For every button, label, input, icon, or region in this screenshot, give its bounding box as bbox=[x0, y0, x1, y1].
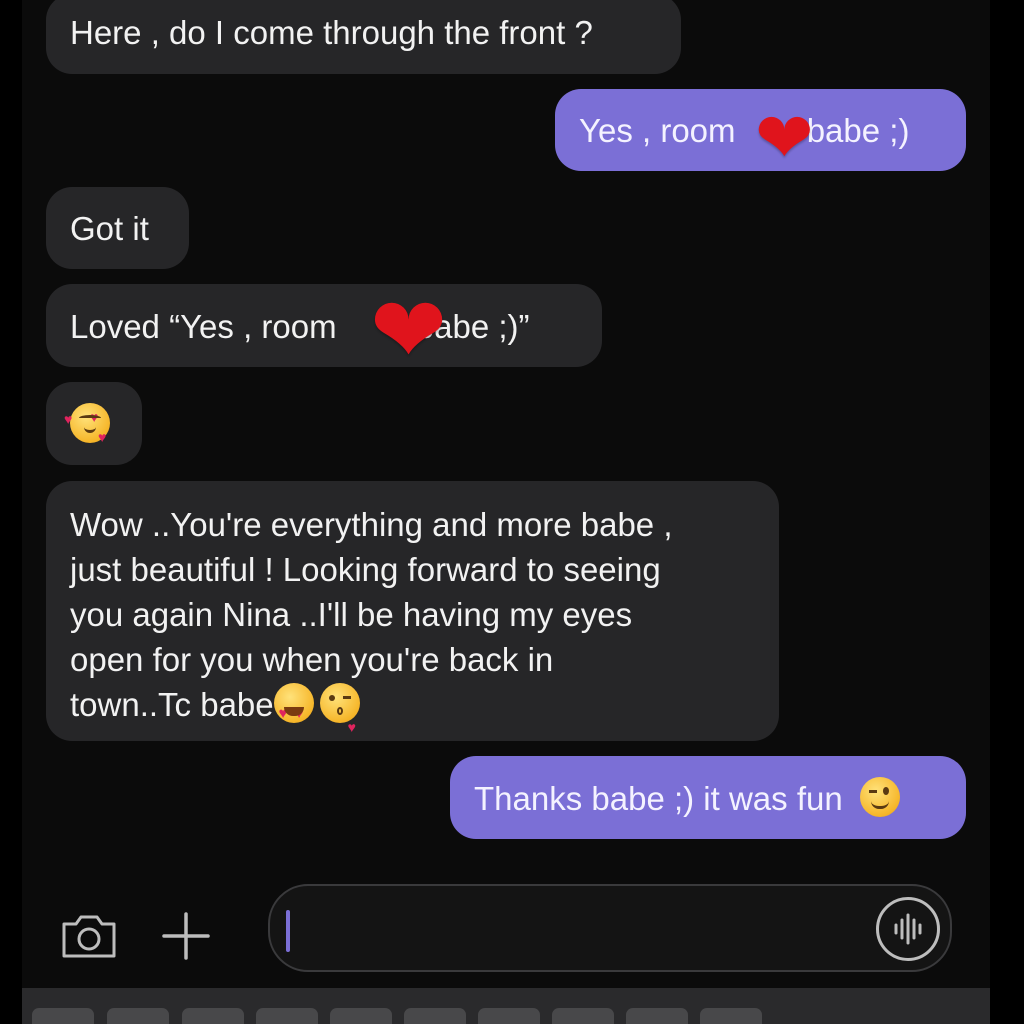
message-line: you again Nina ..I'll be having my eyes bbox=[70, 596, 633, 633]
keyboard-key[interactable] bbox=[404, 1008, 466, 1024]
text-caret bbox=[286, 910, 290, 952]
message-line: Wow ..You're everything and more babe , bbox=[70, 506, 673, 543]
red-heart-sticker: ❤ bbox=[370, 277, 448, 384]
plus-icon[interactable] bbox=[162, 912, 210, 960]
message-incoming-tapback[interactable]: Loved “Yes , room babe ;)” bbox=[46, 284, 602, 367]
heart-eyes-icon: ♥♥ bbox=[273, 683, 314, 723]
voice-waveform-icon[interactable] bbox=[876, 897, 940, 961]
keyboard-key[interactable] bbox=[256, 1008, 318, 1024]
keyboard-key[interactable] bbox=[478, 1008, 540, 1024]
camera-icon[interactable] bbox=[60, 912, 118, 960]
keyboard-key[interactable] bbox=[552, 1008, 614, 1024]
red-heart-sticker: ❤ bbox=[755, 97, 814, 179]
keyboard-key[interactable] bbox=[330, 1008, 392, 1024]
message-line-text: town..Tc babe bbox=[70, 686, 274, 723]
keyboard-key[interactable] bbox=[700, 1008, 762, 1024]
message-incoming[interactable]: Wow ..You're everything and more babe , … bbox=[46, 481, 779, 741]
message-text: Thanks babe ;) it was fun bbox=[474, 780, 843, 817]
smiling-face-with-hearts-icon: ♥ ♥ ♥ bbox=[64, 403, 110, 445]
message-line: town..Tc babe♥♥♥ bbox=[70, 682, 755, 735]
message-text: babe ;) bbox=[806, 112, 910, 149]
message-text: Got it bbox=[70, 210, 149, 247]
keyboard-key[interactable] bbox=[107, 1008, 169, 1024]
message-input[interactable] bbox=[268, 884, 952, 972]
keyboard-key[interactable] bbox=[182, 1008, 244, 1024]
face-blowing-kiss-icon: ♥ bbox=[319, 683, 360, 735]
message-incoming-emoji[interactable]: ♥ ♥ ♥ bbox=[46, 382, 142, 465]
keyboard-key[interactable] bbox=[626, 1008, 688, 1024]
message-line: open for you when you're back in bbox=[70, 641, 554, 678]
message-incoming[interactable]: Got it bbox=[46, 187, 189, 269]
message-text: Yes , room bbox=[579, 112, 745, 149]
message-composer bbox=[22, 880, 990, 980]
keyboard-key[interactable] bbox=[32, 1008, 94, 1024]
message-text: Here , do I come through the front ? bbox=[70, 14, 593, 51]
chat-screen: Here , do I come through the front ? Yes… bbox=[22, 0, 990, 1024]
message-text: Loved “Yes , room bbox=[70, 308, 346, 345]
message-incoming[interactable]: Here , do I come through the front ? bbox=[46, 0, 681, 74]
winking-face-icon bbox=[859, 777, 900, 817]
keyboard bbox=[22, 988, 990, 1024]
message-outgoing[interactable]: Thanks babe ;) it was fun bbox=[450, 756, 966, 839]
message-line: just beautiful ! Looking forward to seei… bbox=[70, 551, 661, 588]
